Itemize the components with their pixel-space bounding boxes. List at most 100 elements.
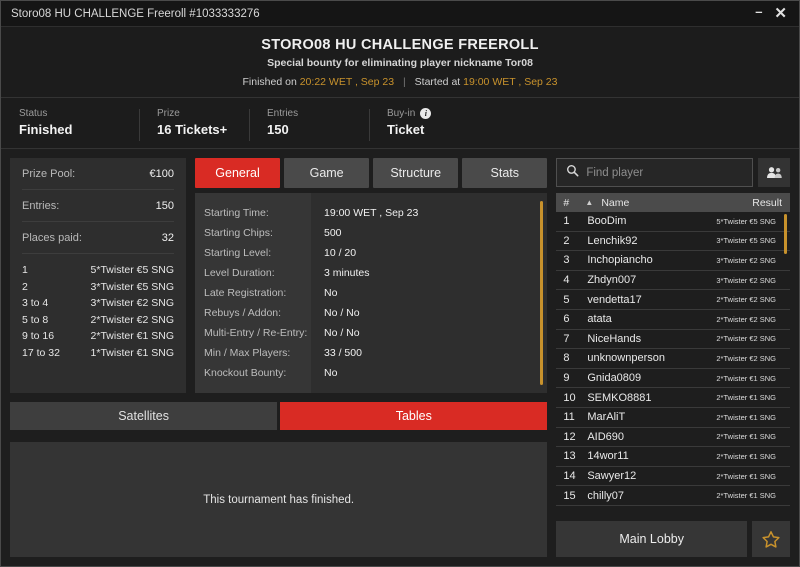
player-row[interactable]: 13 14wor11 2*Twister €1 SNG [556,447,790,467]
player-rank: 5 [563,293,570,306]
search-input[interactable] [586,166,743,179]
entries-stat: Entries 150 [249,108,369,141]
payout-place: 5 to 8 [22,313,49,326]
players-column: # ▲ Name Result 1 BooDim 5*Twister €5 SN… [556,158,790,557]
player-result: 2*Twister €2 SNG [716,353,776,363]
prize-stat-value: 16 Tickets+ [157,122,228,137]
status-stat-label: Status [19,108,48,119]
player-name: NiceHands [587,332,642,345]
general-labels-column: Starting Time: Starting Chips: Starting … [195,193,311,393]
column-header-name[interactable]: Name [601,197,752,209]
sort-ascending-icon[interactable]: ▲ [585,198,601,207]
player-row[interactable]: 8 unknownperson 2*Twister €2 SNG [556,349,790,369]
payout-place: 9 to 16 [22,330,55,342]
buyin-label-text: Buy-in [387,108,416,119]
player-search-box[interactable] [556,158,753,187]
general-scrollbar[interactable] [540,201,544,385]
general-tab-panel: Starting Time: Starting Chips: Starting … [195,193,548,393]
started-label: Started at [414,76,461,88]
player-row[interactable]: 2 Lenchik92 3*Twister €5 SNG [556,232,790,252]
player-name: vendetta17 [587,293,642,306]
player-rank: 3 [563,254,570,267]
lobby-body: Prize Pool: €100 Entries: 150 Places pai… [1,149,799,566]
player-row[interactable]: 15 chilly07 2*Twister €1 SNG [556,486,790,506]
player-list-scrollbar[interactable] [784,214,787,515]
general-value: 500 [324,227,342,239]
player-row[interactable]: 14 Sawyer12 2*Twister €1 SNG [556,467,790,487]
payout-prize: 2*Twister €2 SNG [90,313,174,326]
player-row[interactable]: 7 NiceHands 2*Twister €2 SNG [556,330,790,350]
player-row[interactable]: 12 AID690 2*Twister €1 SNG [556,428,790,448]
player-result: 2*Twister €1 SNG [716,491,776,501]
tab-structure[interactable]: Structure [373,158,459,188]
player-name: AID690 [587,430,625,443]
player-result: 2*Twister €2 SNG [716,334,776,344]
player-row[interactable]: 1 BooDim 5*Twister €5 SNG [556,212,790,232]
minimize-icon[interactable]: – [755,5,762,18]
player-row[interactable]: 10 SEMKO8881 2*Twister €1 SNG [556,388,790,408]
player-row[interactable]: 6 atata 2*Twister €2 SNG [556,310,790,330]
people-icon[interactable] [758,158,790,187]
tournament-header: STORO08 HU CHALLENGE FREEROLL Special bo… [1,27,799,98]
prize-pool-value: €100 [149,167,174,180]
player-result: 2*Twister €1 SNG [716,412,776,422]
general-label: Starting Level: [204,247,272,259]
window-controls: – ✕ [755,5,791,21]
tab-game[interactable]: Game [284,158,370,188]
player-rank: 9 [563,372,570,385]
payout-list: 1 5*Twister €5 SNG 2 3*Twister €5 SNG 3 … [22,254,174,361]
player-name: Inchopiancho [587,254,653,267]
player-row[interactable]: 4 Zhdyn007 3*Twister €2 SNG [556,271,790,291]
info-tabs: General Game Structure Stats [195,158,548,188]
player-rank: 6 [563,313,570,326]
info-icon[interactable]: i [420,108,432,119]
player-rank: 15 [563,489,576,502]
tab-tables[interactable]: Tables [280,402,548,430]
buyin-stat-value: Ticket [387,122,425,137]
tables-message: This tournament has finished. [203,493,355,506]
prize-stat-label: Prize [157,108,180,119]
player-name: SEMKO8881 [587,391,652,404]
time-divider: | [403,76,406,88]
left-top-section: Prize Pool: €100 Entries: 150 Places pai… [10,158,548,393]
prize-stat: Prize 16 Tickets+ [139,108,249,141]
general-value: No [324,367,338,379]
main-lobby-button[interactable]: Main Lobby [556,521,747,557]
prize-entries-row: Entries: 150 [22,190,174,222]
general-label: Rebuys / Addon: [204,307,282,319]
tournament-times: Finished on 20:22 WET , Sep 23 | Started… [1,76,799,88]
general-label: Starting Chips: [204,227,273,239]
player-list-header: # ▲ Name Result [556,193,790,212]
prize-pool-label: Prize Pool: [22,167,76,180]
tab-stats[interactable]: Stats [462,158,548,188]
tab-general[interactable]: General [195,158,281,188]
player-row[interactable]: 11 MarAliT 2*Twister €1 SNG [556,408,790,428]
player-rank: 1 [563,215,570,228]
player-list[interactable]: 1 BooDim 5*Twister €5 SNG 2 Lenchik92 3*… [556,212,790,515]
buyin-stat: Buy-in i Ticket [369,108,489,141]
status-stat-value: Finished [19,122,73,137]
player-row[interactable]: 9 Gnida0809 2*Twister €1 SNG [556,369,790,389]
general-value: 3 minutes [324,267,370,279]
player-rank: 2 [563,234,570,247]
payout-prize: 1*Twister €1 SNG [90,346,174,359]
general-label: Min / Max Players: [204,347,291,359]
general-label: Late Registration: [204,287,287,299]
column-header-number[interactable]: # [563,197,585,209]
player-row[interactable]: 3 Inchopiancho 3*Twister €2 SNG [556,251,790,271]
star-icon[interactable] [752,521,790,557]
close-icon[interactable]: ✕ [774,6,787,21]
player-row[interactable]: 5 vendetta17 2*Twister €2 SNG [556,290,790,310]
general-value: No / No [324,307,360,319]
player-result: 5*Twister €5 SNG [716,216,776,226]
payout-row: 5 to 8 2*Twister €2 SNG [22,312,174,329]
payout-row: 17 to 32 1*Twister €1 SNG [22,345,174,362]
tournament-subtitle: Special bounty for eliminating player ni… [267,57,533,69]
player-result: 2*Twister €2 SNG [716,295,776,305]
tab-satellites[interactable]: Satellites [10,402,278,430]
column-header-result[interactable]: Result [752,197,782,209]
player-rank: 13 [563,450,576,463]
general-label: Starting Time: [204,207,269,219]
bottom-tabs: Satellites Tables [10,402,548,430]
player-result: 2*Twister €1 SNG [716,393,776,403]
